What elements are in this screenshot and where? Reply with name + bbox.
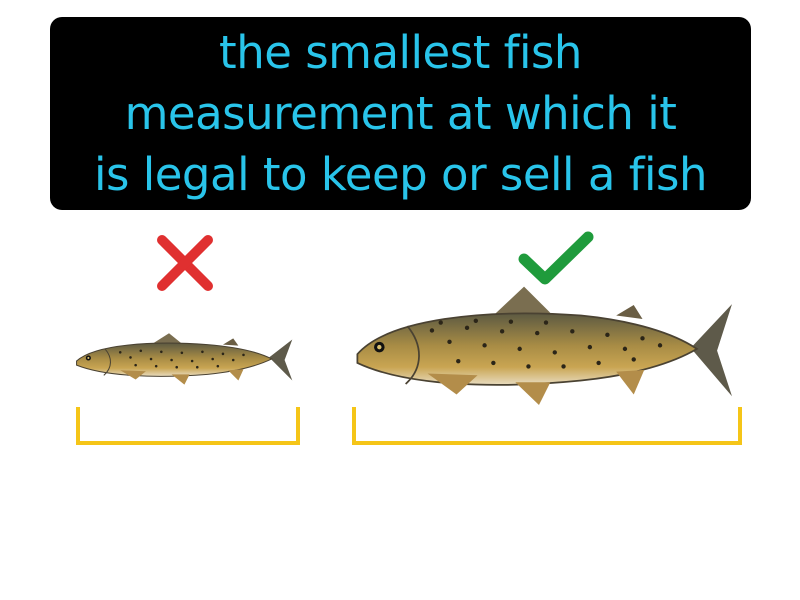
definition-line-3: is legal to keep or sell a fish — [93, 148, 708, 201]
definition-line-1: the smallest fish — [219, 26, 582, 79]
definition-line-2: measurement at which it — [124, 87, 677, 140]
small-fish-length-bracket — [76, 407, 300, 445]
large-fish-image — [356, 286, 732, 406]
large-fish-length-bracket — [352, 407, 742, 445]
x-mark-icon — [157, 235, 213, 291]
small-fish-image — [76, 333, 293, 385]
check-mark-icon — [518, 231, 594, 285]
definition-box: the smallest fish measurement at which i… — [50, 17, 751, 210]
